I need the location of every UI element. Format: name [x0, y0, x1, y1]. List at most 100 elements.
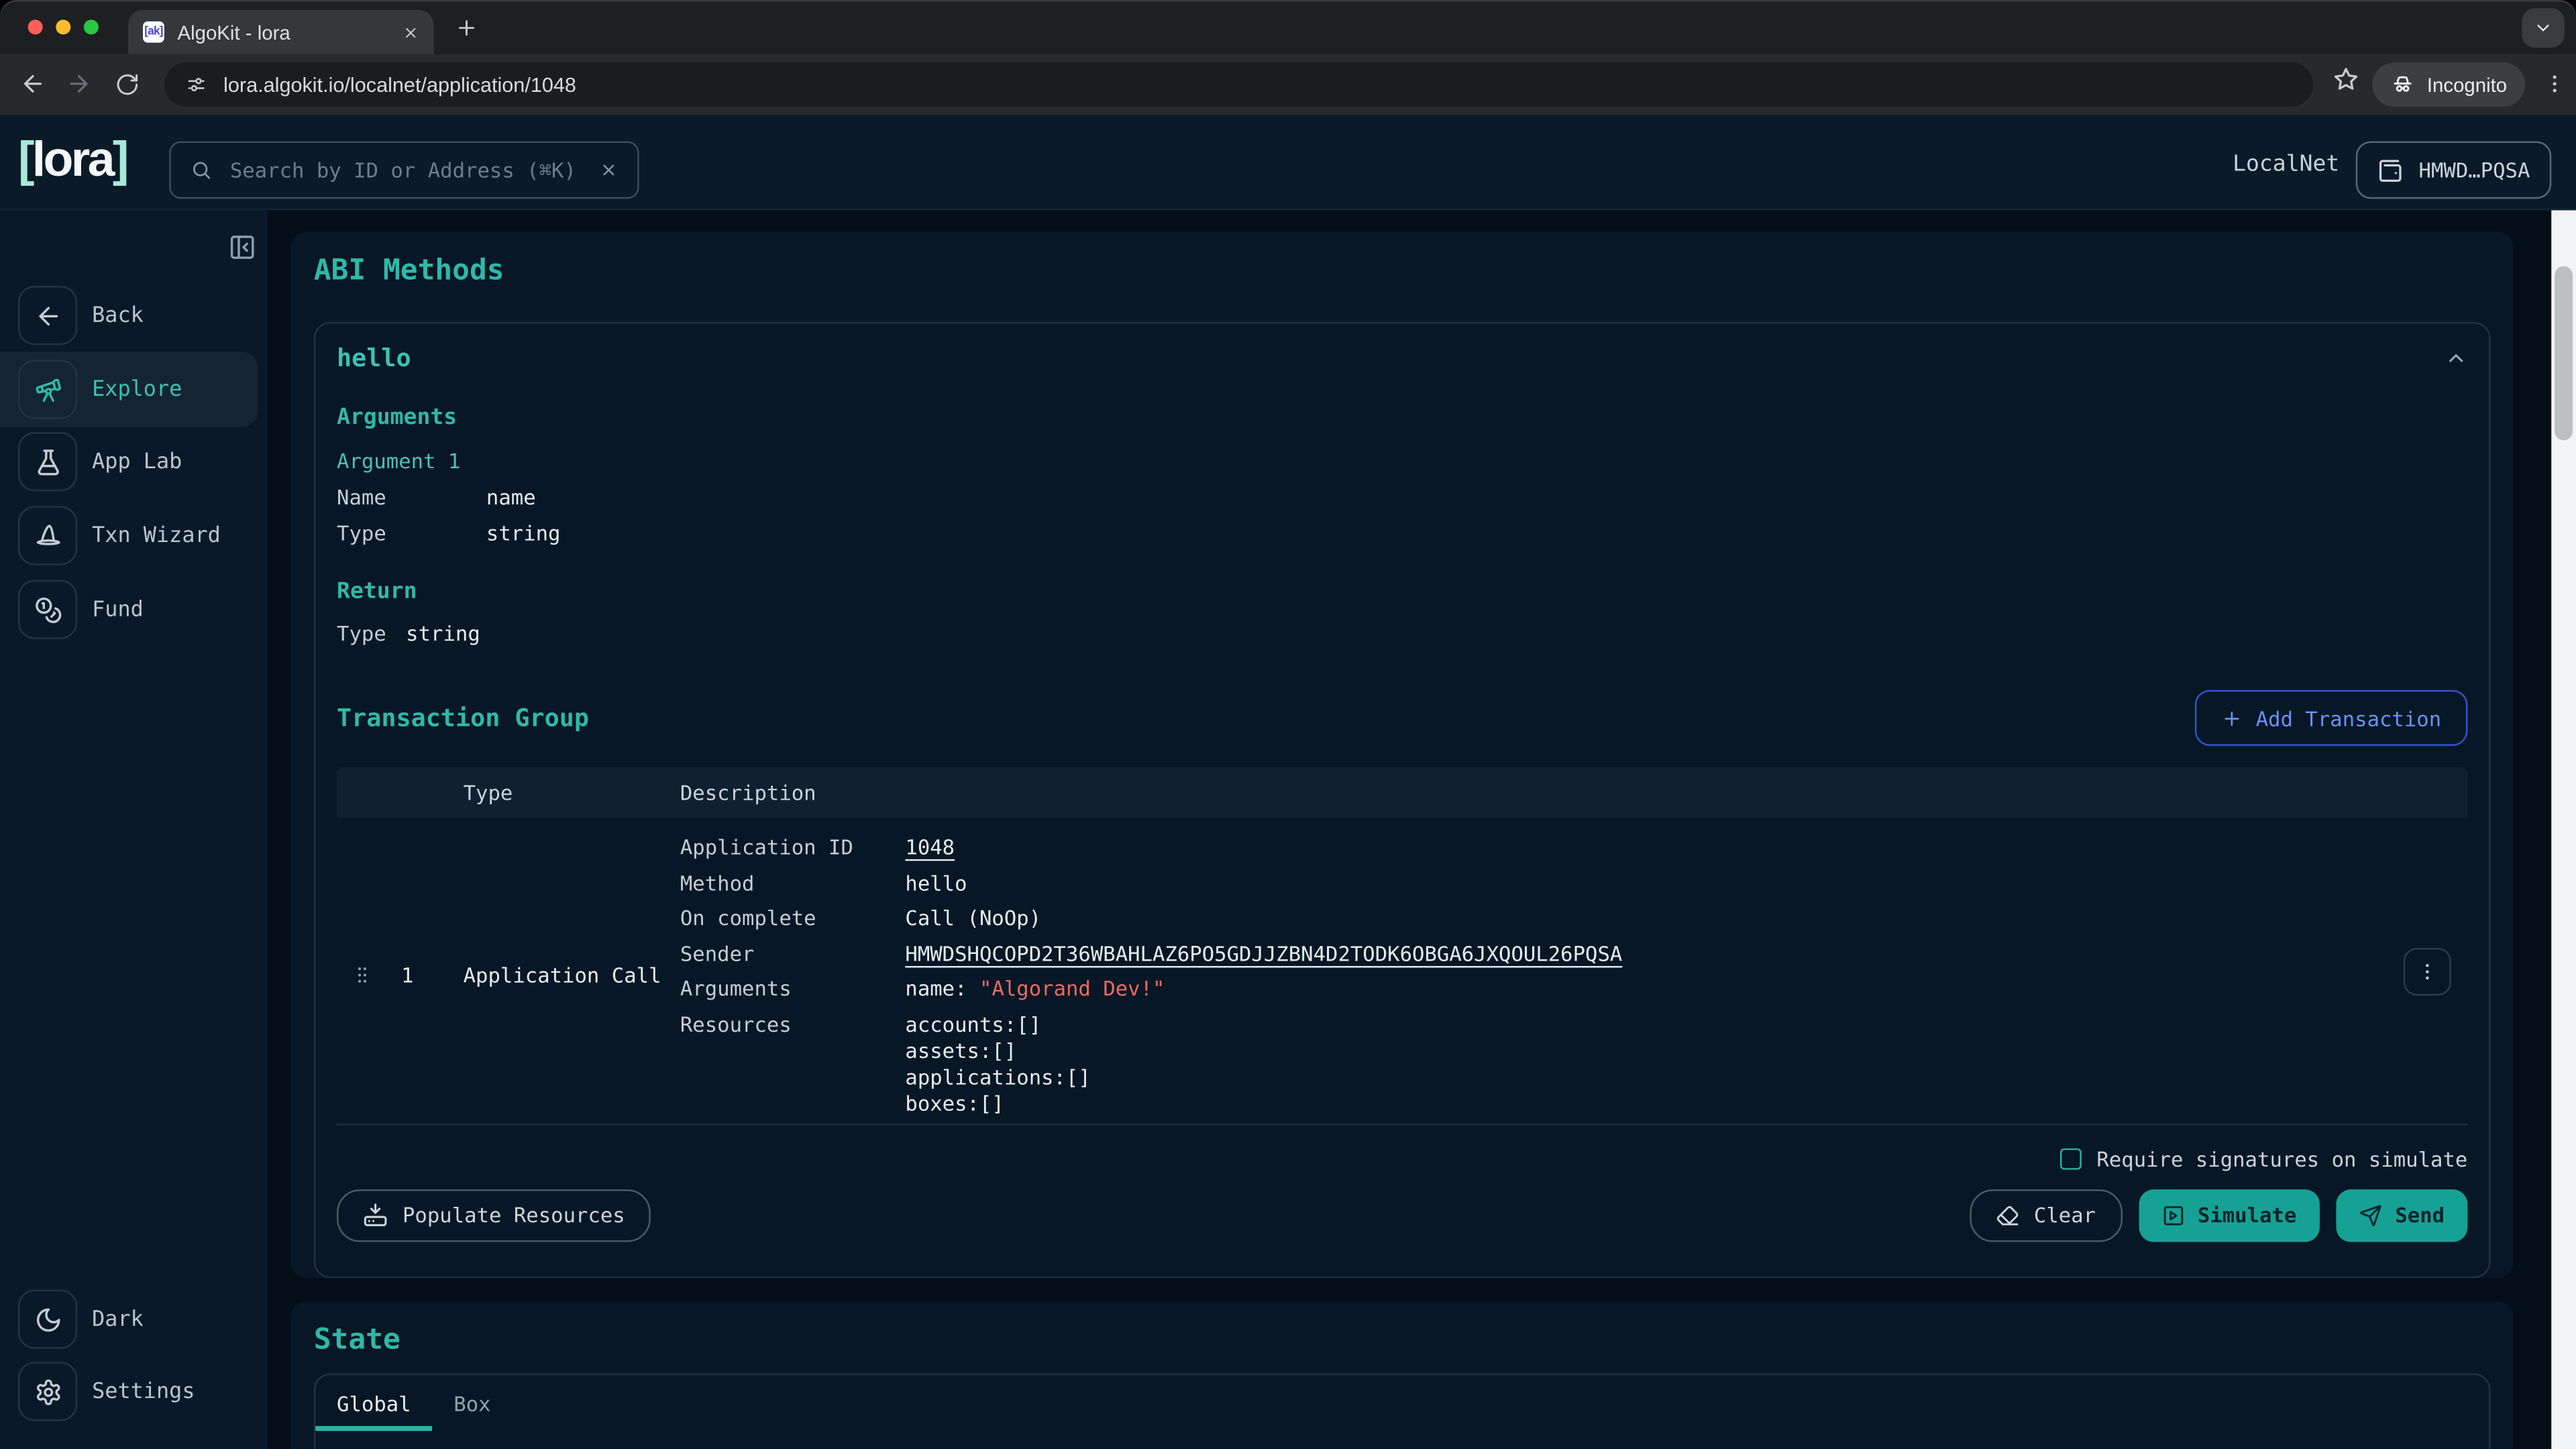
forward-icon[interactable] — [61, 66, 97, 102]
clear-button[interactable]: Clear — [1970, 1189, 2122, 1241]
close-window-button[interactable] — [28, 19, 43, 34]
on-complete-row: On complete Call (NoOp) — [680, 905, 2467, 931]
incognito-label: Incognito — [2427, 73, 2507, 96]
drag-handle-icon[interactable] — [337, 963, 386, 988]
hard-drive-download-icon — [363, 1203, 388, 1228]
chevron-up-icon[interactable] — [2445, 347, 2467, 370]
browser-toolbar: lora.algokit.io/localnet/application/104… — [0, 54, 2576, 115]
site-settings-icon[interactable] — [186, 74, 207, 95]
sidebar-item-txn-wizard[interactable]: Txn Wizard — [0, 498, 258, 574]
page-scrollbar[interactable] — [2551, 210, 2576, 1449]
wallet-icon — [2377, 157, 2404, 183]
sidebar-item-app-lab[interactable]: App Lab — [0, 424, 258, 500]
browser-tab[interactable]: [ak] AlgoKit - lora — [128, 10, 434, 54]
state-card: State Global Box — [290, 1301, 2513, 1449]
state-inner-card: Global Box — [314, 1373, 2491, 1449]
simulate-button[interactable]: Simulate — [2139, 1189, 2320, 1241]
url-bar[interactable]: lora.algokit.io/localnet/application/104… — [164, 62, 2313, 107]
method-hello-card: hello Arguments Argument 1 Name name Typ… — [314, 322, 2491, 1278]
plus-icon — [2221, 707, 2243, 729]
sidebar-item-settings[interactable]: Settings — [0, 1354, 258, 1430]
browser-menu-icon[interactable] — [2543, 69, 2566, 99]
transaction-type: Application Call — [429, 963, 680, 988]
back-icon[interactable] — [15, 66, 51, 102]
send-icon — [2359, 1203, 2381, 1226]
search-box[interactable] — [169, 142, 639, 199]
sidebar-item-label: Explore — [92, 377, 182, 402]
argument-type-row: Type string — [337, 521, 2467, 547]
url-text: lora.algokit.io/localnet/application/104… — [223, 73, 576, 96]
wizard-hat-icon — [18, 506, 77, 565]
row-menu-button[interactable] — [2404, 948, 2451, 996]
table-row: 1 Application Call Application ID 1048 M… — [337, 818, 2467, 1125]
column-description: Description — [680, 780, 2467, 805]
tab-close-icon[interactable] — [402, 24, 419, 40]
incognito-icon — [2391, 72, 2416, 97]
network-label[interactable]: LocalNet — [2233, 151, 2339, 177]
search-input[interactable] — [227, 156, 585, 184]
state-tabs: Global Box — [315, 1375, 2489, 1431]
add-transaction-button[interactable]: Add Transaction — [2195, 690, 2467, 746]
sidebar-item-back[interactable]: Back — [0, 278, 258, 354]
sidebar-item-label: App Lab — [92, 449, 182, 474]
arguments-heading: Arguments — [337, 404, 2467, 430]
sidebar-item-label: Dark — [92, 1307, 144, 1332]
tab-global[interactable]: Global — [315, 1375, 432, 1431]
return-type-row: Type string — [337, 621, 2467, 647]
arrow-left-icon — [18, 286, 77, 345]
eraser-icon — [1996, 1203, 2019, 1226]
search-clear-icon[interactable] — [600, 161, 618, 179]
lora-logo[interactable]: [lora] — [18, 136, 127, 185]
arguments-row: Arguments name: "Algorand Dev!" — [680, 976, 2467, 1002]
new-tab-button[interactable] — [455, 16, 478, 39]
argument-name-row: Name name — [337, 484, 2467, 511]
flask-icon — [18, 432, 77, 491]
minimize-window-button[interactable] — [56, 19, 70, 34]
main-content: ABI Methods hello Arguments Argument 1 N… — [268, 210, 2551, 1449]
resources-row: Resources accounts:[] assets:[] applicat… — [680, 1011, 2467, 1116]
scrollbar-thumb[interactable] — [2555, 266, 2573, 441]
reload-icon[interactable] — [109, 66, 145, 102]
sidebar-collapse-icon[interactable] — [228, 233, 256, 262]
table-header: Type Description — [337, 767, 2467, 818]
state-heading: State — [314, 1324, 400, 1357]
method-row: Method hello — [680, 870, 2467, 896]
tab-title: AlgoKit - lora — [177, 21, 389, 44]
abi-methods-heading: ABI Methods — [314, 255, 504, 288]
page: [lora] LocalNet HMWD…PQSA — [0, 115, 2576, 1449]
sidebar-item-explore[interactable]: Explore — [0, 352, 258, 427]
tab-overview-button[interactable] — [2522, 8, 2565, 48]
column-type: Type — [429, 780, 680, 805]
browser-titlebar: [ak] AlgoKit - lora — [0, 0, 2576, 54]
argument-1-label: Argument 1 — [337, 449, 2467, 475]
transaction-group-heading: Transaction Group — [337, 703, 589, 733]
app-header: [lora] LocalNet HMWD…PQSA — [0, 115, 2576, 210]
method-name: hello — [337, 343, 411, 373]
populate-resources-button[interactable]: Populate Resources — [337, 1189, 651, 1241]
sidebar-item-dark-mode[interactable]: Dark — [0, 1281, 258, 1357]
sender-address-link[interactable]: HMWDSHQCOPD2T36WBAHLAZ6PO5GDJJZBN4D2TODK… — [905, 941, 1622, 967]
send-button[interactable]: Send — [2336, 1189, 2467, 1241]
row-index: 1 — [386, 963, 429, 988]
gear-icon — [18, 1362, 77, 1421]
abi-methods-card: ABI Methods hello Arguments Argument 1 N… — [290, 231, 2513, 1278]
incognito-badge: Incognito — [2373, 62, 2525, 107]
tab-favicon: [ak] — [143, 21, 164, 43]
zoom-window-button[interactable] — [84, 19, 99, 34]
application-id-link[interactable]: 1048 — [905, 835, 955, 861]
ellipsis-vertical-icon — [2416, 959, 2438, 984]
wallet-address: HMWD…PQSA — [2419, 158, 2530, 182]
bookmark-star-icon[interactable] — [2333, 66, 2359, 92]
application-id-row: Application ID 1048 — [680, 835, 2467, 861]
sidebar-item-fund[interactable]: Fund — [0, 572, 258, 647]
browser-window: [ak] AlgoKit - lora — [0, 0, 2576, 1449]
tab-box[interactable]: Box — [432, 1375, 512, 1431]
sidebar-item-label: Back — [92, 303, 144, 328]
sidebar-item-label: Txn Wizard — [92, 523, 221, 548]
require-signatures-label[interactable]: Require signatures on simulate — [2096, 1146, 2467, 1171]
require-signatures-checkbox[interactable] — [2061, 1148, 2082, 1169]
sidebar-item-label: Fund — [92, 597, 144, 622]
wallet-button[interactable]: HMWD…PQSA — [2356, 142, 2551, 199]
return-heading: Return — [337, 578, 2467, 604]
sender-row: Sender HMWDSHQCOPD2T36WBAHLAZ6PO5GDJJZBN… — [680, 941, 2467, 967]
